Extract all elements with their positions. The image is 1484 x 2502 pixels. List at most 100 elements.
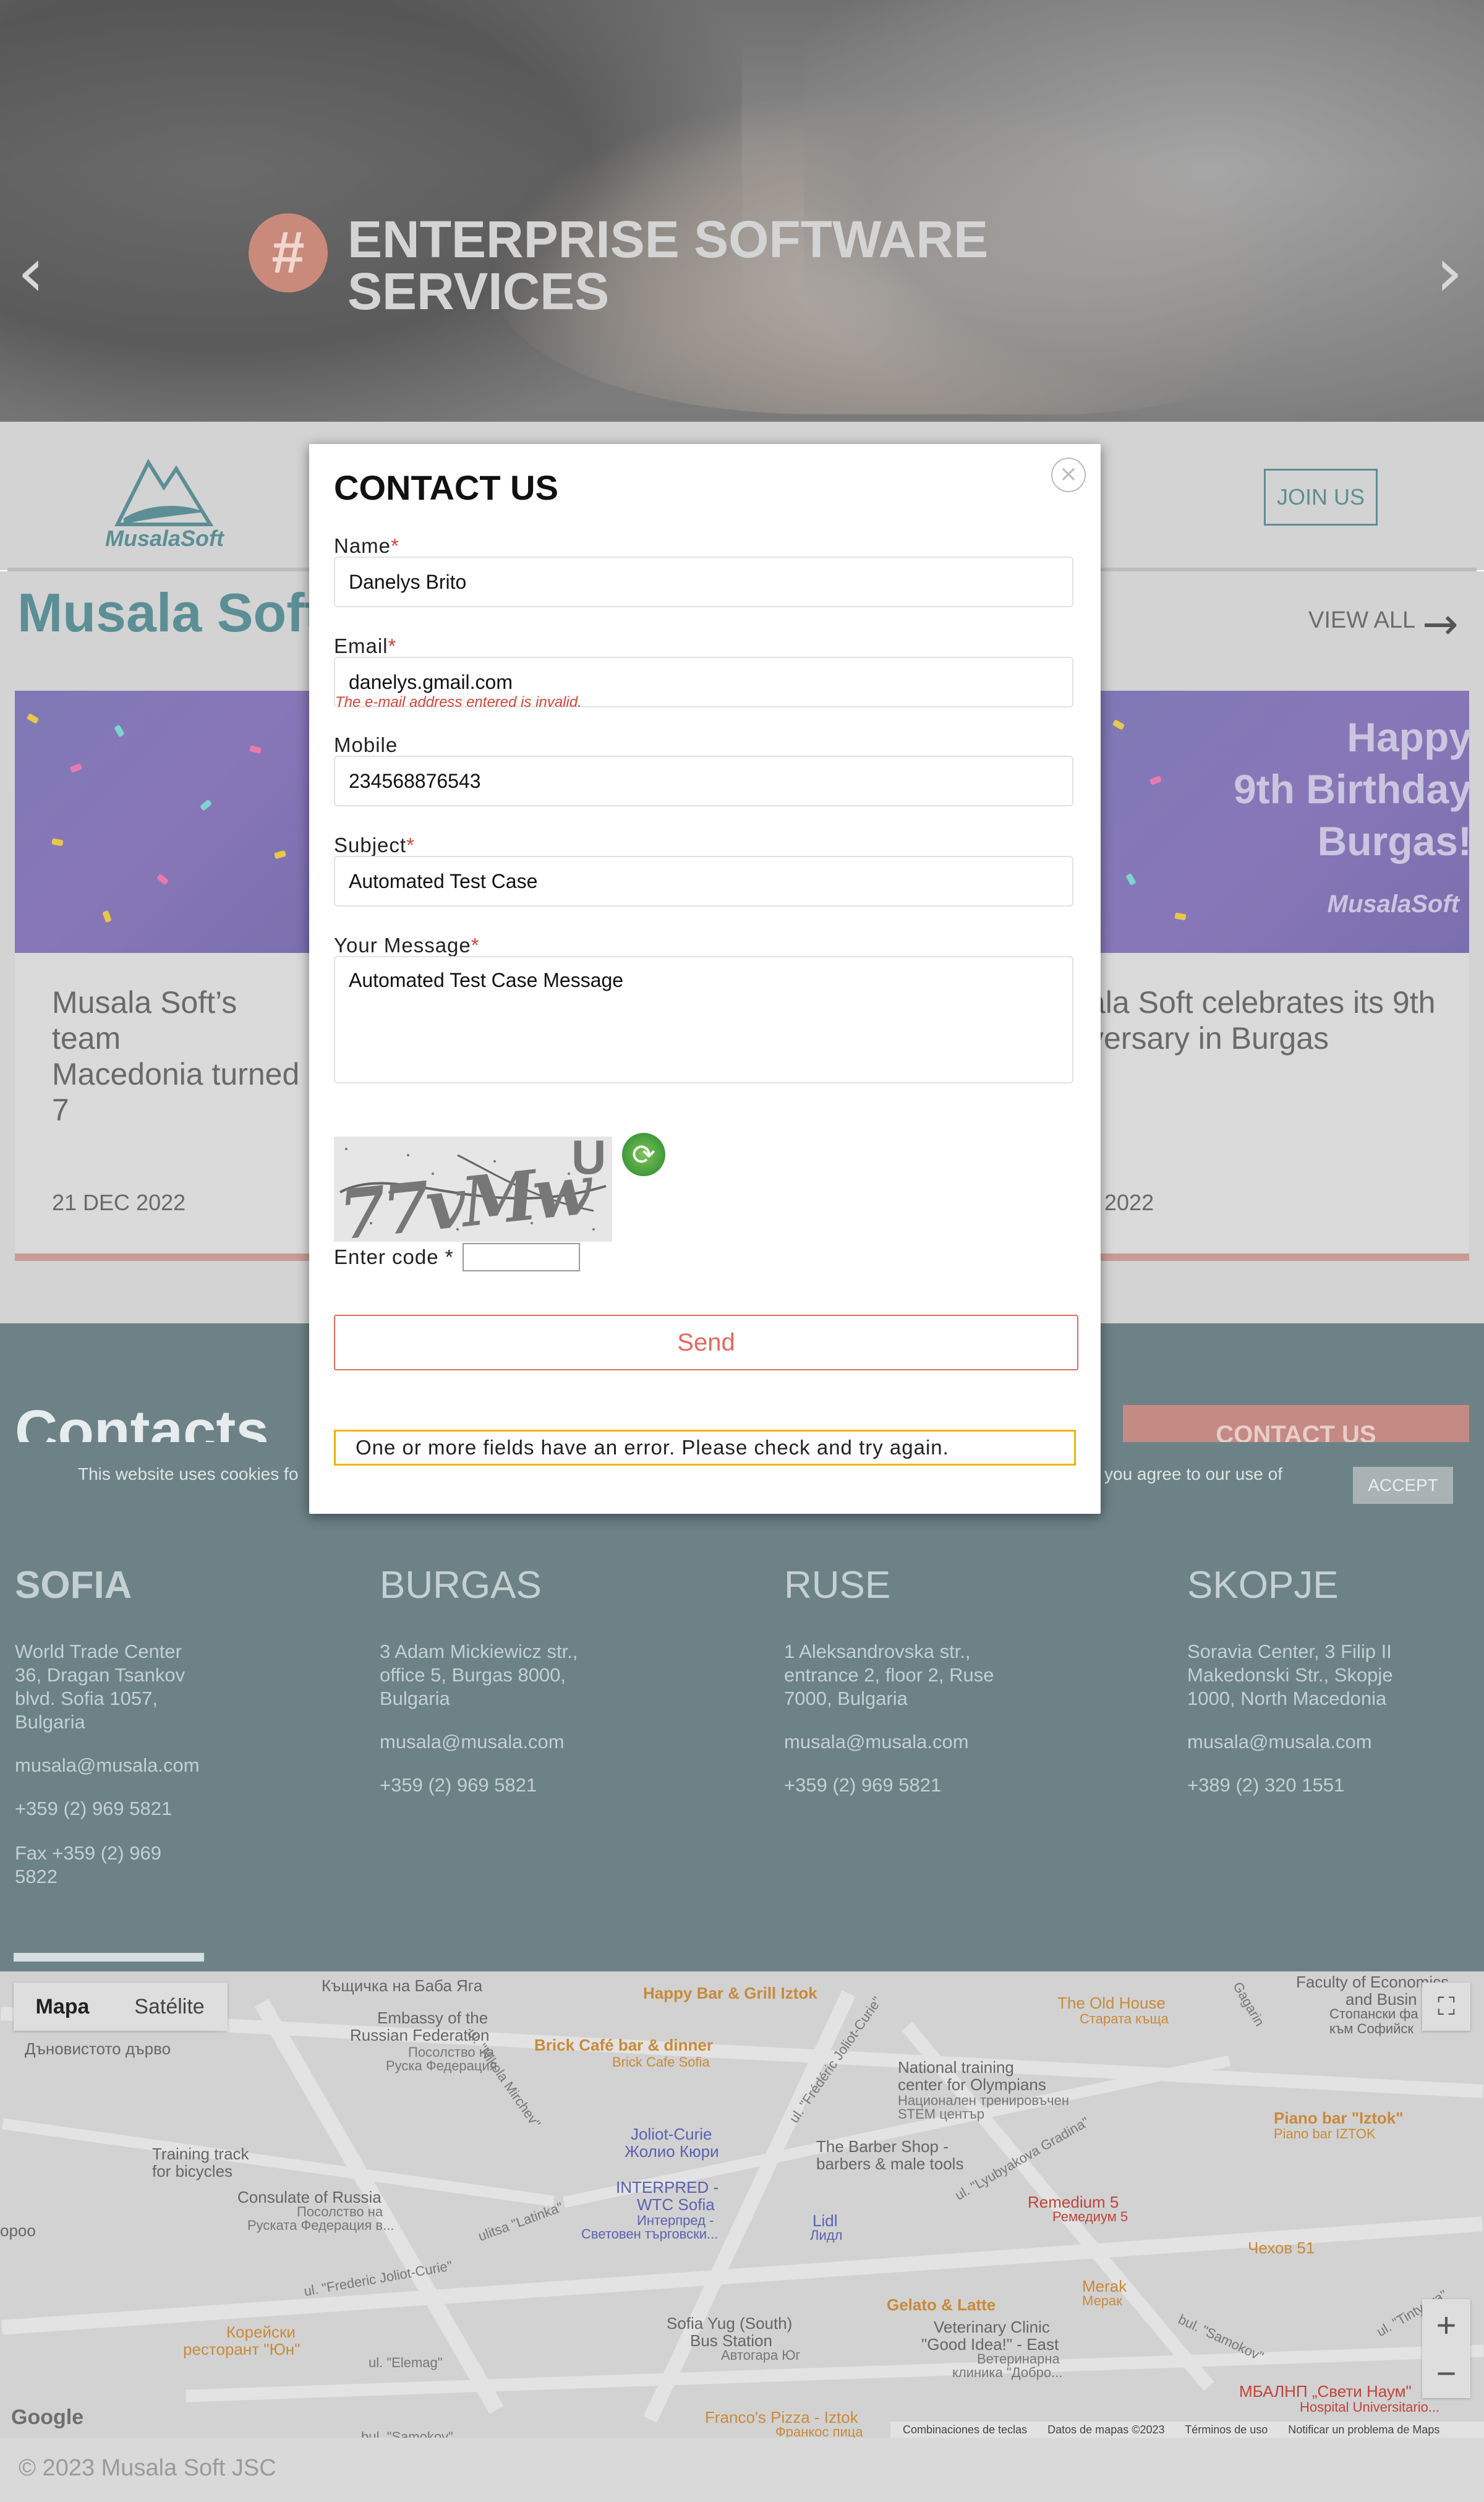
map-street: ul. "Lyubyakova Gradina" [952, 2114, 1092, 2203]
map-poi[interactable]: Мерак [1082, 2293, 1122, 2309]
office-phone[interactable]: +359 (2) 969 5821 [784, 1774, 941, 1797]
map-poi[interactable]: Happy Bar & Grill Iztok [643, 1984, 817, 2003]
mobile-label: Mobile [334, 733, 398, 756]
map-poi[interactable]: barbers & male tools [816, 2154, 963, 2174]
map-poi[interactable]: Къщичка на Баба Яга [322, 1976, 482, 1996]
join-us-button[interactable]: JOIN US [1264, 469, 1378, 526]
office-email[interactable]: musala@musala.com [380, 1730, 565, 1754]
zoom-out-icon[interactable]: − [1422, 2350, 1470, 2397]
map-poi[interactable]: The Old House [1057, 1994, 1166, 2013]
office-email[interactable]: musala@musala.com [1187, 1730, 1372, 1754]
captcha-text-extra: U [571, 1130, 607, 1184]
fullscreen-icon[interactable]: ⛶ [1422, 1983, 1470, 2031]
cookie-text-continued: you agree to our use of [1104, 1464, 1282, 1484]
captcha-code-input[interactable] [463, 1243, 580, 1271]
map-poi[interactable]: Gelato & Latte [887, 2295, 996, 2315]
map-poi[interactable]: Руска Федерация [386, 2058, 497, 2074]
map-poi[interactable]: ороо [0, 2221, 36, 2240]
hero-prev-arrow-icon[interactable]: ‹ [17, 238, 54, 306]
map-footer: Combinaciones de teclas Datos de mapas ©… [890, 2422, 1484, 2438]
close-icon[interactable]: × [1051, 458, 1086, 492]
map-poi[interactable]: for bicycles [152, 2162, 232, 2181]
map-poi[interactable]: Joliot-Curie [631, 2125, 712, 2144]
map-poi[interactable]: STEM център [898, 2106, 984, 2122]
map-street: ulitsa "Latinka" [475, 2199, 565, 2244]
map-poi[interactable]: Руската Федерация в... [247, 2218, 394, 2234]
map-poi[interactable]: Hospital Universitario... [1300, 2399, 1439, 2415]
map-poi[interactable]: Дъновистото дърво [25, 2039, 171, 2059]
map-poi[interactable]: Лидл [810, 2227, 842, 2244]
office-city-ruse[interactable]: RUSE [784, 1563, 890, 1607]
map-poi[interactable]: Световен търговски... [581, 2226, 718, 2242]
map-poi[interactable]: клиника "Добро... [952, 2365, 1063, 2381]
card-image-brand: MusalaSoft [1327, 890, 1459, 918]
card-image-title: Happy 9th Birthday Burgas! [1233, 714, 1472, 864]
map-poi[interactable]: WTC Sofia [637, 2195, 715, 2214]
map-terms-link[interactable]: Términos de uso [1185, 2423, 1268, 2436]
news-card-date: 2022 [1104, 1190, 1154, 1215]
google-logo[interactable]: Google [11, 2406, 83, 2430]
send-button[interactable]: Send [334, 1315, 1078, 1370]
zoom-in-icon[interactable]: + [1422, 2302, 1470, 2349]
enter-code-label: Enter code * [334, 1245, 454, 1268]
view-all-link[interactable]: VIEW ALL [1308, 607, 1415, 634]
news-card-image[interactable] [15, 691, 312, 953]
copyright-text: © 2023 Musala Soft JSC [19, 2455, 276, 2481]
logo-text: MusalaSoft [105, 526, 224, 551]
map-poi[interactable]: Автогара Юг [721, 2347, 801, 2363]
office-phone[interactable]: +359 (2) 969 5821 [380, 1774, 537, 1797]
map-street: Gagarin [1230, 1979, 1268, 2029]
news-card-title[interactable]: ala Soft celebrates its 9th versary in B… [1088, 984, 1472, 1056]
map-poi[interactable]: Brick Café bar & dinner [534, 2036, 713, 2055]
map-poi[interactable]: Sofia Yug (South) [667, 2314, 792, 2333]
google-map[interactable]: Къщичка на Баба Яга Happy Bar & Grill Iz… [0, 1971, 1484, 2438]
map-tab-satellite[interactable]: Satélite [111, 1983, 228, 2031]
news-card-title[interactable]: Musala Soft’s team Macedonia turned 7 [52, 984, 312, 1128]
map-poi[interactable]: Чехов 51 [1248, 2239, 1315, 2258]
office-address: 3 Adam Mickiewicz str., office 5, Burgas… [380, 1641, 578, 1709]
map-poi[interactable]: МБАЛНП „Свети Наум" [1239, 2382, 1412, 2401]
map-poi[interactable]: към Софийск [1329, 2021, 1414, 2037]
message-label: Your Message* [334, 934, 480, 957]
office-city-burgas[interactable]: BURGAS [380, 1563, 542, 1607]
name-field[interactable]: Danelys Brito [334, 557, 1073, 607]
map-poi[interactable]: Piano bar IZTOK [1274, 2126, 1376, 2142]
mobile-field[interactable]: 234568876543 [334, 756, 1073, 806]
hash-icon: # [249, 213, 328, 292]
map-poi[interactable]: center for Olympians [898, 2075, 1046, 2094]
map-poi[interactable]: Brick Cafe Sofia [612, 2054, 710, 2070]
office-phone[interactable]: +389 (2) 320 1551 [1187, 1774, 1344, 1797]
office-slider-indicator[interactable] [14, 1953, 204, 1962]
map-poi[interactable]: Ремедиум 5 [1052, 2209, 1128, 2225]
map-poi[interactable]: INTERPRED - [616, 2178, 719, 2197]
message-field[interactable]: Automated Test Case Message [334, 956, 1073, 1083]
office-email[interactable]: musala@musala.com [784, 1730, 969, 1754]
map-poi[interactable]: National training [898, 2058, 1014, 2077]
map-shortcuts-link[interactable]: Combinaciones de teclas [903, 2423, 1027, 2436]
news-card-date: 21 DEC 2022 [52, 1190, 186, 1215]
map-poi[interactable]: Старата къща [1080, 2011, 1169, 2027]
map-poi[interactable]: Embassy of the [377, 2009, 488, 2028]
map-poi[interactable]: Жолио Кюри [625, 2142, 719, 2161]
map-report-link[interactable]: Notificar un problema de Maps [1288, 2423, 1439, 2436]
map-poi[interactable]: Франкос пица [775, 2424, 863, 2438]
cookie-text: This website uses cookies fo [78, 1464, 299, 1484]
map-poi[interactable]: Veterinary Clinic [934, 2318, 1050, 2337]
arrow-right-icon[interactable]: → [1422, 599, 1459, 649]
office-phone[interactable]: +359 (2) 969 5821 [15, 1797, 172, 1821]
map-poi[interactable]: Training track [152, 2145, 249, 2164]
map-street: ul. "Elemag" [369, 2355, 443, 2370]
hero-next-arrow-icon[interactable]: › [1436, 238, 1473, 306]
refresh-captcha-icon[interactable]: ⟳ [622, 1133, 665, 1176]
map-poi[interactable]: Piano bar "Iztok" [1274, 2109, 1404, 2128]
map-poi[interactable]: ресторант "Юн" [183, 2340, 301, 2359]
map-poi[interactable]: Стопански фа [1329, 2006, 1418, 2022]
office-city-skopje[interactable]: SKOPJE [1187, 1563, 1339, 1607]
cookie-accept-button[interactable]: ACCEPT [1353, 1467, 1453, 1504]
map-poi[interactable]: The Barber Shop - [816, 2137, 949, 2156]
map-poi[interactable]: Корейски [226, 2323, 296, 2342]
office-email[interactable]: musala@musala.com [15, 1754, 200, 1777]
hero-title-line1: ENTERPRISE SOFTWARE [348, 210, 989, 268]
subject-field[interactable]: Automated Test Case [334, 856, 1073, 907]
map-tab-map[interactable]: Mapa [14, 1983, 111, 2031]
